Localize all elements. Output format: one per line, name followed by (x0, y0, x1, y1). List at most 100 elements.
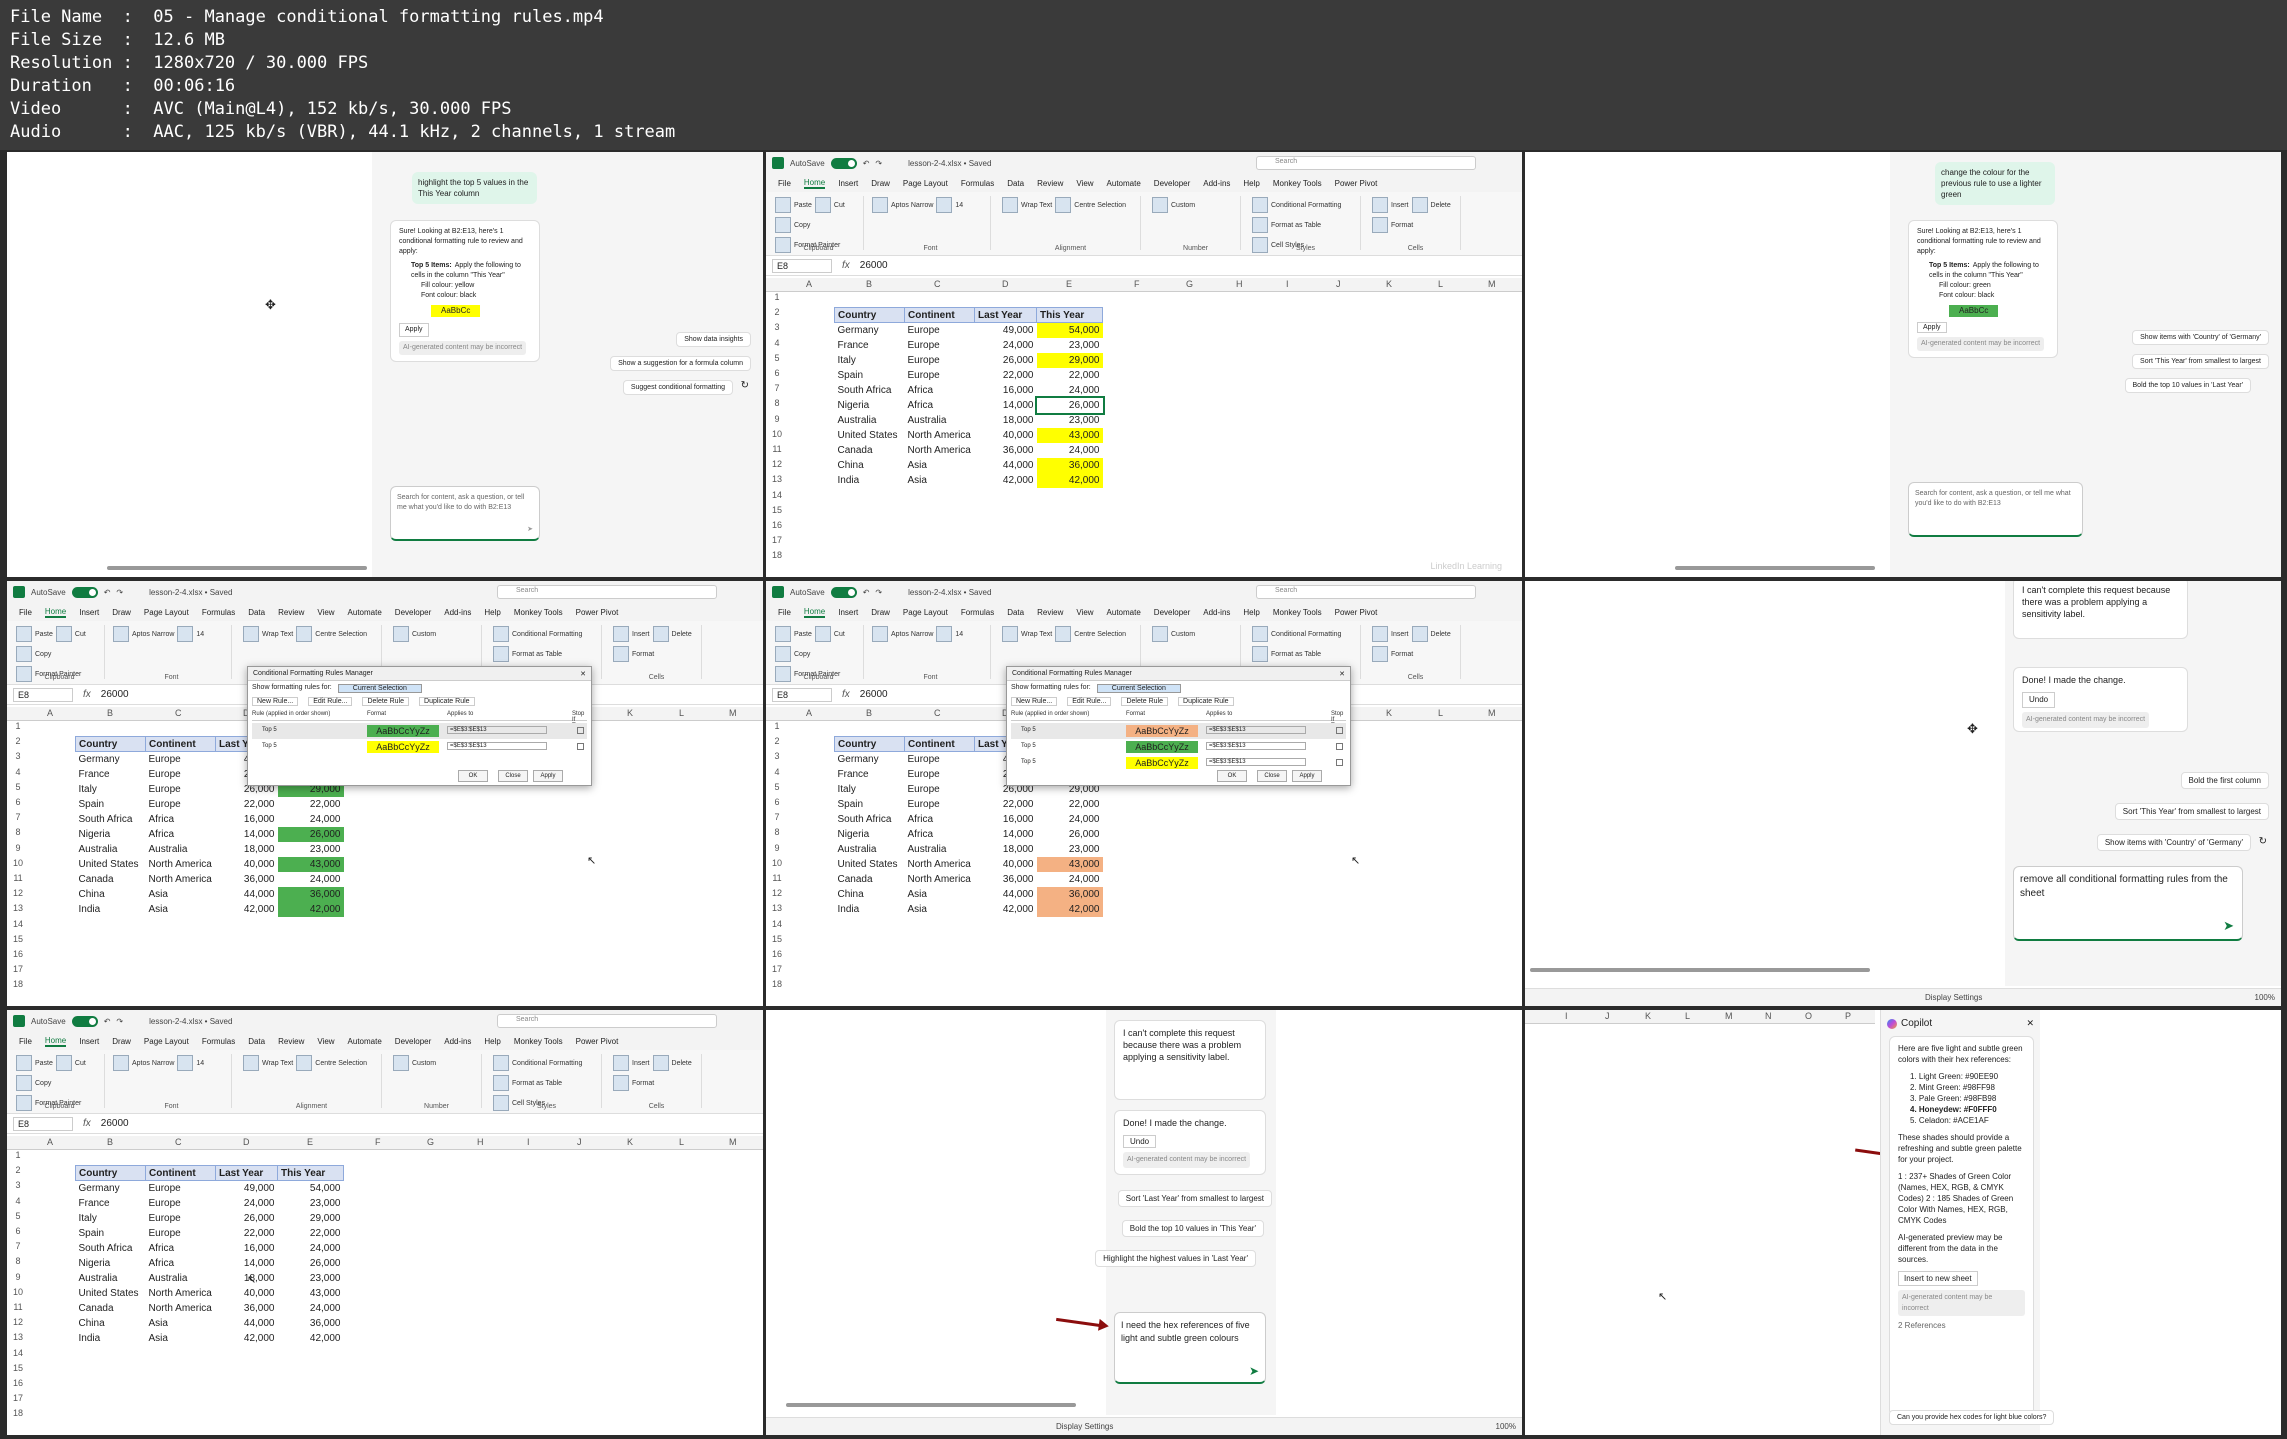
tab-draw[interactable]: Draw (871, 608, 890, 617)
column-header-L[interactable]: L (679, 1137, 684, 1147)
send-icon[interactable]: ➤ (527, 525, 533, 535)
table-cell[interactable]: Nigeria (76, 1256, 146, 1271)
column-header-J[interactable]: J (577, 1137, 582, 1147)
table-cell[interactable]: France (835, 338, 905, 353)
table-cell[interactable]: 22,000 (975, 368, 1037, 383)
ribbon-cut-button[interactable]: Cut (55, 625, 86, 643)
tab-add-ins[interactable]: Add-ins (444, 1037, 471, 1046)
table-cell[interactable]: 14,000 (216, 827, 278, 842)
table-cell[interactable]: 22,000 (1037, 797, 1103, 812)
table-cell[interactable]: Germany (76, 752, 146, 767)
undo-icon[interactable]: ↶ (863, 159, 870, 168)
row-header[interactable]: 2 (766, 736, 788, 746)
ribbon-cut-button[interactable]: Cut (814, 196, 845, 214)
tab-draw[interactable]: Draw (112, 1037, 131, 1046)
table-cell[interactable]: 36,000 (975, 443, 1037, 458)
table-cell[interactable]: 44,000 (975, 887, 1037, 902)
row-header[interactable]: 6 (766, 797, 788, 807)
row-header[interactable]: 7 (766, 383, 788, 393)
delete-rule-button[interactable]: Delete Rule (1121, 697, 1169, 706)
tab-file[interactable]: File (19, 1037, 32, 1046)
table-cell[interactable]: 16,000 (216, 1241, 278, 1256)
row-header[interactable]: 6 (7, 797, 29, 807)
column-header-K[interactable]: K (627, 708, 633, 718)
close-button[interactable]: Close (498, 770, 528, 782)
table-cell[interactable]: Europe (905, 752, 975, 767)
tab-insert[interactable]: Insert (79, 1037, 99, 1046)
column-header-D[interactable]: D (243, 1137, 250, 1147)
suggestion-chip[interactable]: Sort 'This Year' from smallest to larges… (2132, 354, 2269, 369)
tab-view[interactable]: View (317, 1037, 334, 1046)
tab-page-layout[interactable]: Page Layout (144, 608, 189, 617)
row-header[interactable]: 14 (7, 919, 29, 929)
tab-formulas[interactable]: Formulas (961, 608, 994, 617)
table-cell[interactable]: Europe (905, 782, 975, 797)
table-cell[interactable]: United States (76, 1286, 146, 1301)
undo-icon[interactable]: ↶ (104, 588, 111, 597)
ribbon-cond-button[interactable]: Conditional Formatting (492, 1054, 582, 1072)
search-input[interactable]: Search (497, 1014, 717, 1028)
table-cell[interactable]: North America (905, 443, 975, 458)
row-header[interactable]: 9 (7, 843, 29, 853)
table-cell[interactable]: United States (835, 857, 905, 872)
redo-icon[interactable]: ↷ (116, 1017, 123, 1026)
tab-developer[interactable]: Developer (1154, 179, 1190, 188)
column-header-N[interactable]: N (1765, 1011, 1772, 1021)
stop-if-true-checkbox[interactable] (577, 743, 584, 750)
column-header-M[interactable]: M (1725, 1011, 1733, 1021)
delete-rule-button[interactable]: Delete Rule (362, 697, 410, 706)
table-cell[interactable]: Germany (76, 1181, 146, 1196)
row-header[interactable]: 16 (766, 520, 788, 530)
table-cell[interactable]: 49,000 (975, 323, 1037, 338)
table-cell[interactable]: North America (146, 1286, 216, 1301)
ribbon-font-size-button[interactable]: 14 (176, 1054, 204, 1072)
column-header-I[interactable]: I (1565, 1011, 1568, 1021)
row-header[interactable]: 13 (7, 1332, 29, 1342)
row-header[interactable]: 17 (766, 535, 788, 545)
table-cell[interactable]: North America (146, 857, 216, 872)
ribbon-insert-button[interactable]: Insert (612, 625, 650, 643)
suggestion-chip[interactable]: Bold the top 10 values in 'This Year' (1121, 1220, 1264, 1237)
row-header[interactable]: 17 (7, 1393, 29, 1403)
row-header[interactable]: 7 (7, 812, 29, 822)
table-cell[interactable]: 29,000 (1036, 352, 1103, 368)
table-cell[interactable]: North America (905, 872, 975, 887)
row-header[interactable]: 15 (7, 934, 29, 944)
autosave-toggle[interactable] (830, 586, 857, 598)
ribbon-format-table-button[interactable]: Format as Table (1251, 216, 1321, 234)
ribbon-font-size-button[interactable]: 14 (935, 196, 963, 214)
formula-value[interactable]: 26000 (860, 689, 888, 700)
table-cell[interactable]: 22,000 (216, 1226, 278, 1241)
column-header-K[interactable]: K (1386, 708, 1392, 718)
tab-add-ins[interactable]: Add-ins (444, 608, 471, 617)
suggestion-chip[interactable]: Show items with 'Country' of 'Germany' (2096, 834, 2251, 851)
tab-home[interactable]: Home (803, 178, 826, 189)
table-cell[interactable]: 36,000 (216, 872, 278, 887)
row-header[interactable]: 10 (766, 858, 788, 868)
row-header[interactable]: 14 (766, 919, 788, 929)
horizontal-scrollbar[interactable] (1530, 968, 1870, 972)
column-header-B[interactable]: B (866, 279, 872, 289)
column-header-C[interactable]: C (175, 1137, 182, 1147)
ribbon-number-format-button[interactable]: Custom (392, 1054, 436, 1072)
table-cell[interactable]: 16,000 (975, 812, 1037, 827)
edit-rule-button[interactable]: Edit Rule... (308, 697, 353, 706)
table-cell[interactable]: 16,000 (975, 383, 1037, 398)
close-icon[interactable]: ✕ (580, 670, 586, 678)
table-cell[interactable]: North America (905, 428, 975, 443)
ribbon-insert-button[interactable]: Insert (1371, 625, 1409, 643)
column-header-M[interactable]: M (729, 1137, 737, 1147)
table-cell[interactable]: 26,000 (975, 353, 1037, 368)
display-settings[interactable]: Display Settings (1056, 1422, 1113, 1431)
ribbon-delete-button[interactable]: Delete (1411, 196, 1451, 214)
row-header[interactable]: 3 (766, 322, 788, 332)
copilot-input[interactable]: Search for content, ask a question, or t… (390, 486, 540, 541)
table-cell[interactable]: 42,000 (216, 902, 278, 917)
table-cell[interactable]: Asia (905, 458, 975, 473)
row-header[interactable]: 15 (766, 934, 788, 944)
apply-button[interactable]: Apply (533, 770, 563, 782)
table-cell[interactable]: India (835, 473, 905, 488)
redo-icon[interactable]: ↷ (875, 159, 882, 168)
row-header[interactable]: 10 (766, 429, 788, 439)
row-header[interactable]: 13 (7, 903, 29, 913)
